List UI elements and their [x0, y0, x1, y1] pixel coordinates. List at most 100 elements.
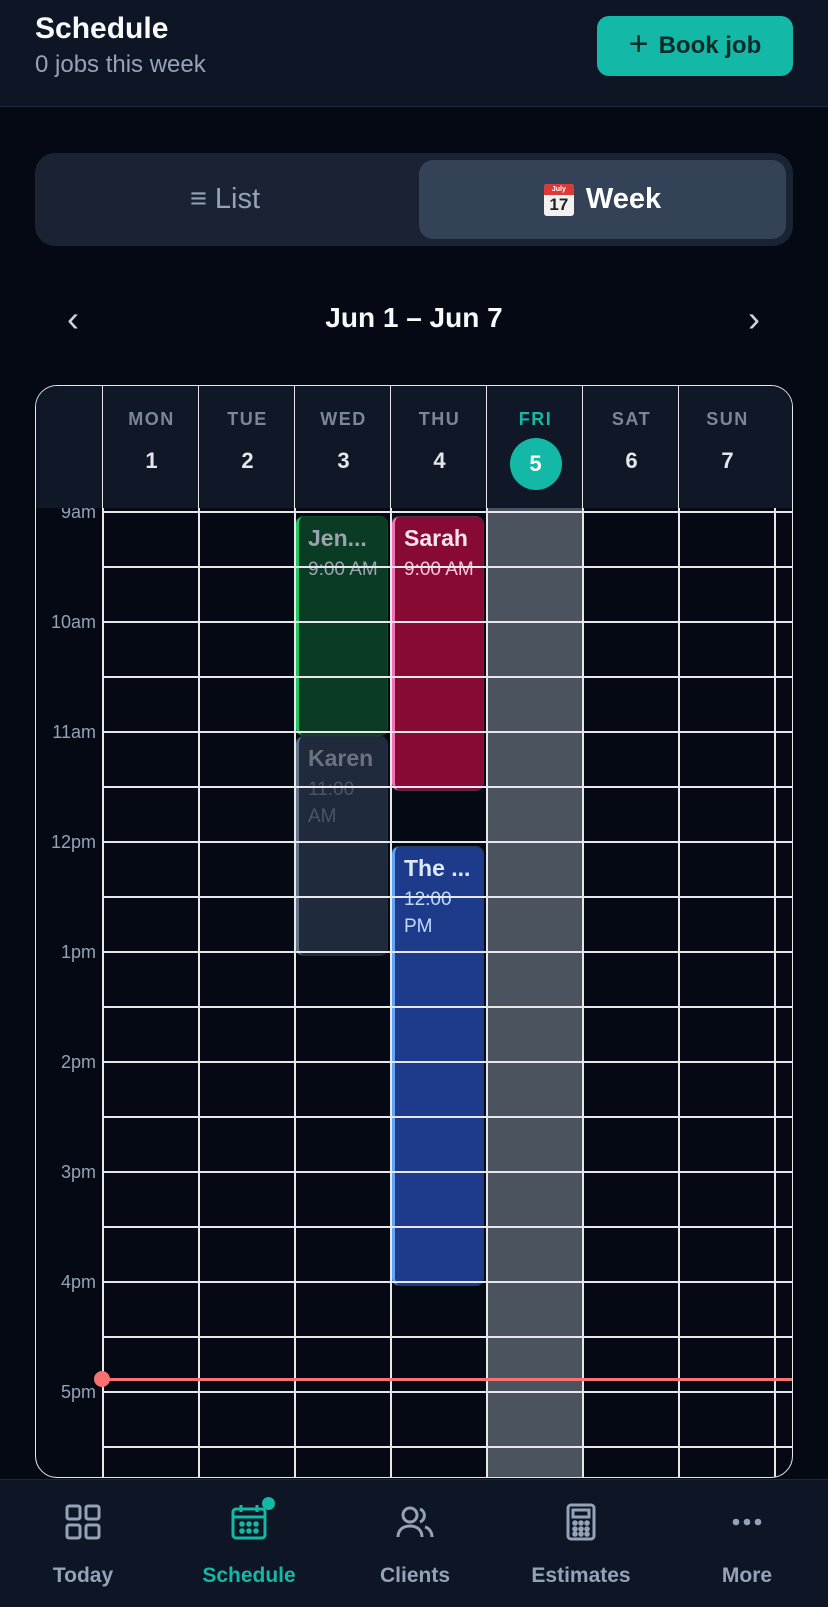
job-event[interactable]: Jen... 9:00 AM: [295, 515, 388, 736]
column-divider: [294, 508, 296, 1477]
tab-estimates[interactable]: Estimates: [498, 1480, 664, 1607]
jobs-count-subtitle: 0 jobs this week: [35, 51, 206, 78]
tab-label: More: [721, 1564, 773, 1587]
app-header: Schedule 0 jobs this week + Book job: [0, 0, 828, 107]
day-name: SAT: [611, 409, 652, 429]
grid-line: [102, 1061, 792, 1063]
tab-today[interactable]: Today: [0, 1480, 166, 1607]
tab-label: Schedule: [202, 1564, 296, 1587]
day-number: 6: [625, 448, 638, 473]
day-number: 3: [337, 448, 350, 473]
hour-label: 4pm: [60, 1271, 96, 1292]
day-column-header[interactable]: TUE 2: [198, 386, 296, 508]
plus-icon: +: [628, 25, 649, 63]
tab-clients[interactable]: Clients: [332, 1480, 498, 1607]
bottom-tab-bar: Today Schedule Clients Estimates More: [0, 1479, 828, 1607]
event-title: Sarah: [404, 524, 468, 551]
day-name: TUE: [227, 409, 268, 429]
hour-label: 12pm: [50, 831, 96, 852]
grid-line: [102, 1391, 792, 1393]
column-divider: [678, 508, 680, 1477]
grid-line: [102, 566, 792, 568]
column-divider: [486, 508, 488, 1477]
hour-label: 10am: [50, 611, 96, 632]
event-title: The ...: [404, 854, 471, 881]
book-job-label: Book job: [658, 32, 762, 59]
job-event[interactable]: Karen 11:00 AM: [295, 735, 388, 956]
today-column-highlight: [486, 508, 582, 1477]
job-event[interactable]: The ... 12:00 PM: [391, 845, 484, 1286]
job-event[interactable]: Sarah 9:00 AM: [391, 515, 484, 791]
grid-line: [102, 896, 792, 898]
book-job-button[interactable]: + Book job: [597, 16, 793, 76]
grid-line: [102, 1116, 792, 1118]
week-navigation: ‹ Jun 1 – Jun 7 ›: [0, 290, 828, 350]
hour-label: 3pm: [60, 1161, 96, 1182]
column-divider: [774, 508, 776, 1477]
day-name: WED: [320, 409, 367, 429]
grid-line: [102, 1336, 792, 1338]
more-icon: [727, 1502, 767, 1542]
column-divider: [582, 508, 584, 1477]
grid-line: [102, 1281, 792, 1283]
tab-label: Clients: [379, 1564, 450, 1587]
tab-schedule[interactable]: Schedule: [166, 1480, 332, 1607]
week-view-label: Week: [585, 183, 662, 215]
tab-label: Today: [52, 1564, 114, 1587]
current-time-line: [102, 1378, 792, 1382]
event-time: 9:00 AM: [308, 558, 378, 580]
event-time: 9:00 AM: [404, 558, 474, 580]
day-column-header[interactable]: SAT 6: [582, 386, 680, 508]
day-number: 5: [509, 438, 562, 490]
week-calendar: MON 1 TUE 2 WED 3 THU 4 FRI 5 SAT 6 SUN 7 9am 10am 11am…: [35, 385, 793, 1478]
day-name: FRI: [518, 409, 553, 429]
page-title: Schedule: [35, 12, 169, 45]
day-column-header[interactable]: FRI 5: [486, 386, 584, 508]
day-column-header[interactable]: WED 3: [294, 386, 392, 508]
view-toggle: ≡ List July 17 Week: [35, 153, 793, 246]
day-header-row: MON 1 TUE 2 WED 3 THU 4 FRI 5 SAT 6 SUN 7: [36, 386, 792, 508]
grid-line: [102, 731, 792, 733]
grid-line: [102, 841, 792, 843]
week-view-tab[interactable]: July 17 Week: [419, 160, 786, 239]
day-column-header[interactable]: THU 4: [390, 386, 488, 508]
calendar-icon: July 17: [543, 183, 574, 216]
grid-line: [102, 1226, 792, 1228]
list-view-label: ≡ List: [189, 183, 261, 215]
day-column-header[interactable]: MON 1: [102, 386, 200, 508]
grid-line: [102, 511, 792, 513]
column-divider: [102, 508, 104, 1477]
column-divider: [198, 508, 200, 1477]
day-number: 2: [241, 448, 254, 473]
grid-line: [102, 621, 792, 623]
tab-more[interactable]: More: [664, 1480, 828, 1607]
day-name: SUN: [706, 409, 749, 429]
tab-label: Estimates: [531, 1564, 631, 1587]
grid-line: [102, 1006, 792, 1008]
notification-badge: [262, 1497, 275, 1510]
event-time: 12:00 PM: [404, 888, 452, 937]
column-divider: [390, 508, 392, 1477]
grid-line: [102, 676, 792, 678]
day-number: 1: [145, 448, 158, 473]
grid-line: [102, 1171, 792, 1173]
hour-label: 5pm: [60, 1381, 96, 1402]
day-name: THU: [418, 409, 461, 429]
event-time: 11:00 AM: [308, 778, 355, 827]
hour-label: 2pm: [60, 1051, 96, 1072]
users-icon: [395, 1502, 435, 1542]
calculator-icon: [561, 1502, 601, 1542]
list-view-tab[interactable]: ≡ List: [35, 153, 415, 246]
day-column-header[interactable]: SUN 7: [678, 386, 776, 508]
hour-label: 1pm: [60, 941, 96, 962]
grid-icon: [63, 1502, 103, 1542]
week-range: Jun 1 – Jun 7: [325, 302, 503, 333]
day-number: 7: [721, 448, 734, 473]
day-name: MON: [128, 409, 175, 429]
current-time-dot: [94, 1371, 110, 1388]
grid-line: [102, 951, 792, 953]
chevron-right-icon[interactable]: ›: [734, 298, 774, 340]
day-number: 4: [433, 448, 446, 473]
event-title: Karen: [308, 744, 374, 771]
hour-label: 11am: [52, 721, 96, 742]
